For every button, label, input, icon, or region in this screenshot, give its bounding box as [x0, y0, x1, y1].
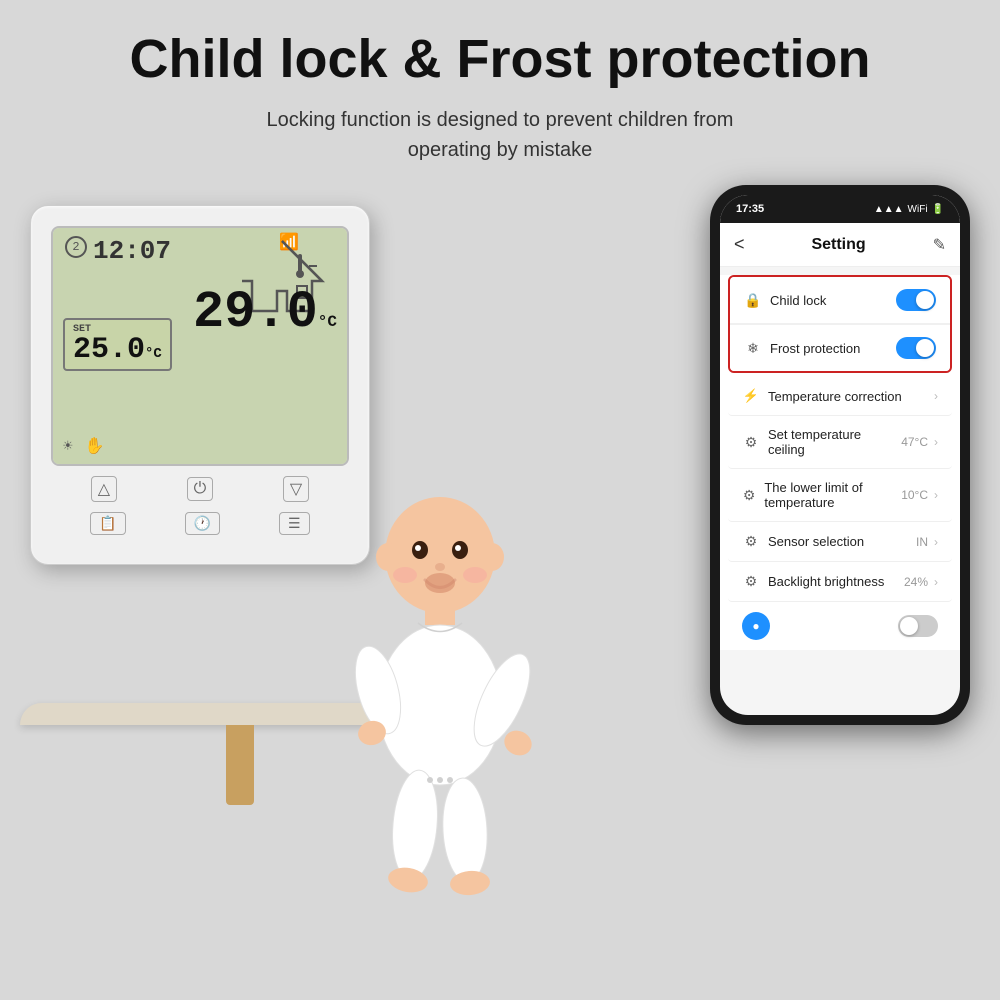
- chevron-icon-1: ›: [934, 435, 938, 449]
- child-lock-label: Child lock: [770, 293, 826, 308]
- backlight-value: 24%: [904, 575, 928, 589]
- settings-list: 🔒 Child lock ❄: [720, 275, 960, 650]
- status-bar: 17:35 ▲▲▲ WiFi 🔋: [720, 195, 960, 223]
- power-icon[interactable]: ⏻: [187, 477, 214, 501]
- baby-figure: [310, 435, 570, 935]
- page-header: Child lock & Frost protection Locking fu…: [0, 0, 1000, 175]
- temp-ceiling-value: 47°C: [901, 435, 928, 449]
- temp-lower-item[interactable]: ⚙ The lower limit of temperature 10°C ›: [728, 469, 952, 522]
- child-lock-item[interactable]: 🔒 Child lock: [730, 277, 950, 324]
- chevron-icon-2: ›: [934, 488, 938, 502]
- back-button[interactable]: <: [734, 234, 745, 255]
- sensor-label: Sensor selection: [768, 534, 864, 549]
- temp-ceiling-label: Set temperature ceiling: [768, 427, 901, 457]
- frost-protection-label: Frost protection: [770, 341, 860, 356]
- zone-number: 2: [65, 236, 87, 258]
- sun-icon: ☀: [63, 436, 73, 456]
- temp-ceiling-icon: ⚙: [742, 434, 760, 451]
- edit-button[interactable]: ✎: [933, 235, 946, 255]
- baby-svg: [330, 475, 550, 935]
- phone-outer: 17:35 ▲▲▲ WiFi 🔋 < Setting ✎: [710, 185, 970, 725]
- phone-screen: 17:35 ▲▲▲ WiFi 🔋 < Setting ✎: [720, 195, 960, 715]
- book-icon[interactable]: 📋: [90, 512, 125, 535]
- clock-icon[interactable]: 🕐: [185, 512, 220, 535]
- subtitle: Locking function is designed to prevent …: [60, 105, 940, 165]
- time-display: 12:07: [93, 236, 171, 266]
- chevron-icon-0: ›: [934, 389, 938, 403]
- frost-icon: ❄: [744, 340, 762, 357]
- main-title: Child lock & Frost protection: [60, 30, 940, 89]
- backlight-item[interactable]: ⚙ Backlight brightness 24% ›: [728, 562, 952, 602]
- table-leg: [226, 725, 254, 805]
- wifi-status-icon: WiFi: [908, 204, 928, 215]
- backlight-label: Backlight brightness: [768, 574, 884, 589]
- temp-ceiling-item[interactable]: ⚙ Set temperature ceiling 47°C ›: [728, 416, 952, 469]
- circle-icon-inner: ●: [752, 619, 759, 633]
- toggle-knob: [916, 291, 934, 309]
- chevron-icon-3: ›: [934, 535, 938, 549]
- phone-container: 17:35 ▲▲▲ WiFi 🔋 < Setting ✎: [710, 185, 980, 745]
- highlighted-settings-box: 🔒 Child lock ❄: [728, 275, 952, 373]
- backlight-icon: ⚙: [742, 573, 760, 590]
- thermostat-screen: 2 12:07 📶: [51, 226, 349, 466]
- content-area: 2 12:07 📶: [0, 175, 1000, 935]
- temp-lower-value: 10°C: [901, 488, 928, 502]
- screen-inner: 2 12:07 📶: [53, 228, 347, 464]
- bottom-toggle[interactable]: [898, 615, 938, 637]
- toggle-knob-2: [916, 339, 934, 357]
- up-arrow-icon[interactable]: △: [91, 476, 117, 502]
- chevron-icon-4: ›: [934, 575, 938, 589]
- signal-icon: ▲▲▲: [874, 204, 904, 215]
- down-arrow-icon[interactable]: ▽: [283, 476, 309, 502]
- temp-lower-icon: ⚙: [742, 487, 756, 504]
- toggle-knob-3: [900, 617, 918, 635]
- sensor-value: IN: [916, 535, 928, 549]
- status-icons: ▲▲▲ WiFi 🔋: [874, 204, 944, 215]
- child-lock-toggle[interactable]: [896, 289, 936, 311]
- frost-protection-toggle[interactable]: [896, 337, 936, 359]
- hand-icon: ✋: [85, 436, 105, 456]
- temp-lower-label: The lower limit of temperature: [764, 480, 901, 510]
- thermostat-buttons: △ ⏻ ▽: [51, 476, 349, 502]
- sensor-icon: ⚙: [742, 533, 760, 550]
- screen-bottom-icons: ☀ ✋: [63, 436, 105, 456]
- temp-correction-icon: ⚡: [742, 388, 760, 404]
- sensor-selection-item[interactable]: ⚙ Sensor selection IN ›: [728, 522, 952, 562]
- app-header: < Setting ✎: [720, 223, 960, 267]
- app-title: Setting: [811, 236, 865, 254]
- set-temp-value: 25.0°C: [73, 335, 162, 365]
- temp-correction-item[interactable]: ⚡ Temperature correction ›: [728, 377, 952, 416]
- menu-icon[interactable]: ☰: [279, 512, 310, 535]
- bottom-toggle-item[interactable]: ●: [728, 602, 952, 650]
- temp-correction-label: Temperature correction: [768, 389, 902, 404]
- blue-circle-icon: ●: [742, 612, 770, 640]
- status-time: 17:35: [736, 203, 764, 215]
- battery-icon: 🔋: [932, 204, 944, 215]
- lock-icon: 🔒: [744, 292, 762, 309]
- set-temperature-box: SET 25.0°C: [63, 318, 172, 371]
- main-temperature: 29.0°C: [193, 283, 337, 342]
- frost-protection-item[interactable]: ❄ Frost protection: [730, 325, 950, 371]
- bottom-icons-row: 📋 🕐 ☰: [51, 508, 349, 535]
